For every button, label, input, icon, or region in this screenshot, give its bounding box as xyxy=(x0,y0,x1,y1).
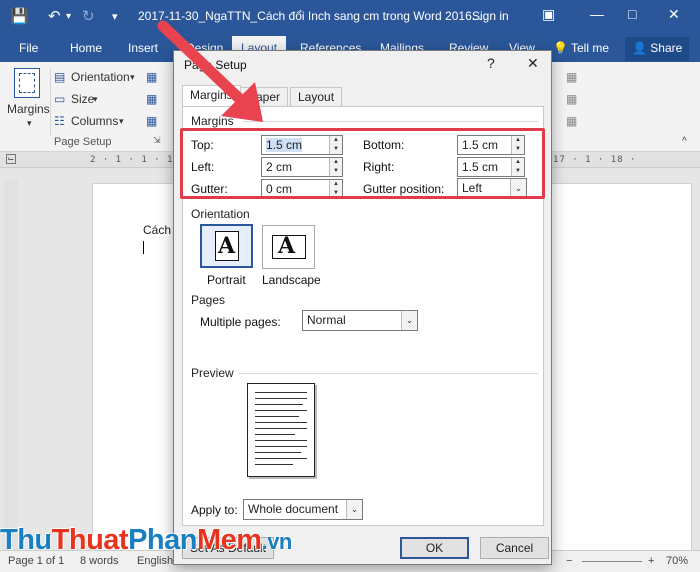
multiple-pages-value[interactable]: Normal xyxy=(307,313,346,327)
tab-file[interactable]: File xyxy=(19,41,38,55)
watermark-part: Thu xyxy=(0,524,52,556)
ruler-marks-right: 17 · 1 · 18 · xyxy=(553,155,637,165)
site-watermark-logo: ThuThuatPhanMem.vn xyxy=(0,524,292,557)
page-setup-launcher-icon[interactable]: ⇲ xyxy=(153,135,161,146)
tab-home[interactable]: Home xyxy=(70,41,102,55)
section-divider xyxy=(239,373,538,374)
watermark-part: Phan xyxy=(128,524,197,556)
margins-button-label[interactable]: Margins xyxy=(7,102,50,116)
landscape-a-icon: A xyxy=(278,233,296,259)
preview-section-heading: Preview xyxy=(191,366,234,380)
apply-to-value[interactable]: Whole document xyxy=(248,502,338,516)
zoom-out-icon[interactable]: − xyxy=(566,555,572,567)
minimize-icon[interactable]: — xyxy=(590,6,604,22)
undo-dropdown-icon[interactable]: ▾ xyxy=(66,11,71,22)
chevron-down-icon[interactable]: ⌄ xyxy=(346,500,362,519)
redo-icon[interactable]: ↻ xyxy=(82,7,95,25)
watermark-part: Thuat xyxy=(51,524,129,556)
vertical-ruler[interactable] xyxy=(4,180,18,550)
annotation-highlight-box xyxy=(180,128,545,199)
tab-selector-icon[interactable]: ⌙ xyxy=(6,154,16,164)
ok-button[interactable]: OK xyxy=(400,537,469,559)
page-setup-group-label: Page Setup xyxy=(54,136,112,148)
zoom-level[interactable]: 70% xyxy=(666,555,688,567)
close-window-icon[interactable]: ✕ xyxy=(668,6,680,23)
portrait-label[interactable]: Portrait xyxy=(207,273,246,287)
apply-to-select[interactable]: Whole document ⌄ xyxy=(243,499,363,520)
page-preview xyxy=(247,383,315,477)
apply-to-label: Apply to: xyxy=(191,503,238,517)
dialog-tab-layout[interactable]: Layout xyxy=(290,87,343,107)
rotate-icon[interactable]: ▦ xyxy=(566,114,577,128)
person-icon: 👤 xyxy=(632,41,647,55)
share-button[interactable]: 👤 Share xyxy=(625,37,690,61)
landscape-option[interactable]: A xyxy=(262,225,315,269)
cancel-button[interactable]: Cancel xyxy=(480,537,549,559)
zoom-in-icon[interactable]: + xyxy=(648,555,654,567)
tab-insert[interactable]: Insert xyxy=(128,41,158,55)
columns-dropdown-icon[interactable]: ▾ xyxy=(119,116,124,127)
share-label: Share xyxy=(650,41,683,55)
margins-dropdown-icon[interactable]: ▾ xyxy=(27,118,32,129)
customize-toolbar-icon[interactable]: ▾ xyxy=(112,10,118,23)
margins-icon[interactable] xyxy=(14,68,40,98)
orientation-button[interactable]: Orientation xyxy=(71,70,130,84)
landscape-label[interactable]: Landscape xyxy=(262,273,321,287)
columns-icon[interactable]: ☷ xyxy=(54,114,65,128)
sign-in-link[interactable]: Sign in xyxy=(472,9,509,23)
zoom-slider[interactable] xyxy=(582,561,642,562)
size-button[interactable]: Size xyxy=(71,92,94,106)
annotation-arrow-icon xyxy=(157,20,263,122)
watermark-part: .vn xyxy=(261,529,293,554)
undo-icon[interactable]: ↶ xyxy=(48,7,61,25)
title-bar: 💾 ↶ ▾ ↻ ▾ 2017-11-30_NgaTTN_Cách đổi Inc… xyxy=(0,0,700,34)
orientation-dropdown-icon[interactable]: ▾ xyxy=(130,72,135,83)
orientation-icon[interactable]: ▤ xyxy=(54,70,65,84)
save-icon[interactable]: 💾 xyxy=(10,7,29,25)
help-button[interactable]: ? xyxy=(487,55,495,71)
portrait-option[interactable]: A xyxy=(200,224,253,268)
maximize-icon[interactable]: □ xyxy=(628,6,636,22)
lightbulb-icon: 💡 xyxy=(553,41,568,55)
multiple-pages-select[interactable]: Normal ⌄ xyxy=(302,310,418,331)
collapse-ribbon-icon[interactable]: ^ xyxy=(682,136,687,147)
tell-me-box[interactable]: Tell me xyxy=(571,41,609,55)
section-divider xyxy=(243,121,538,122)
chevron-down-icon[interactable]: ⌄ xyxy=(401,311,417,330)
size-dropdown-icon[interactable]: ▾ xyxy=(93,94,98,105)
columns-button[interactable]: Columns xyxy=(71,114,118,128)
pages-section-heading: Pages xyxy=(191,293,226,307)
multiple-pages-label: Multiple pages: xyxy=(200,315,281,329)
group-icon[interactable]: ▦ xyxy=(566,92,577,106)
portrait-a-icon: A xyxy=(218,233,236,259)
dialog-close-button[interactable]: ✕ xyxy=(527,55,539,72)
arrange-icon[interactable]: ▦ xyxy=(566,70,577,84)
ribbon-divider xyxy=(50,68,51,136)
text-cursor xyxy=(143,241,144,254)
orientation-section-heading: Orientation xyxy=(191,207,250,221)
ribbon-display-icon[interactable]: ▣ xyxy=(542,6,555,23)
size-icon[interactable]: ▭ xyxy=(54,92,65,106)
watermark-part: Mem xyxy=(197,524,262,556)
